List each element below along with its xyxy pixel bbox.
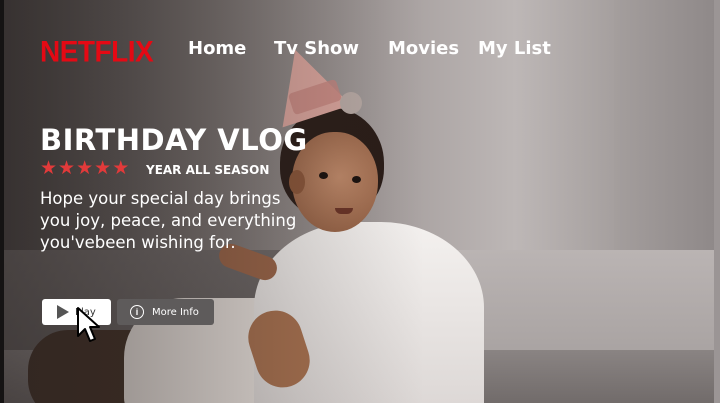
description-line-1: Hope your special day brings xyxy=(40,189,281,208)
netflix-logo[interactable]: NETFLIX xyxy=(40,35,154,69)
nav-home[interactable]: Home xyxy=(188,38,246,59)
info-icon: i xyxy=(130,305,144,319)
play-icon xyxy=(57,305,69,319)
star-icon: ★ xyxy=(94,158,112,179)
season-label: YEAR ALL SEASON xyxy=(146,163,270,177)
description-line-2: you joy, peace, and everything xyxy=(40,211,297,230)
hero-description: Hope your special day brings you joy, pe… xyxy=(40,188,340,254)
description-line-3: you'vebeen wishing for. xyxy=(40,233,236,252)
star-icon: ★ xyxy=(40,158,58,179)
star-icon: ★ xyxy=(112,158,130,179)
frame-right-edge xyxy=(714,0,720,403)
nav-movies[interactable]: Movies xyxy=(388,38,459,59)
hero-title: BIRTHDAY VLOG xyxy=(40,123,308,157)
hero-banner: NETFLIX Home Tv Show Movies My List BIRT… xyxy=(4,0,714,403)
nav-my-list[interactable]: My List xyxy=(478,38,551,59)
more-info-button-label: More Info xyxy=(152,306,199,318)
rating-stars: ★ ★ ★ ★ ★ xyxy=(40,159,129,179)
star-icon: ★ xyxy=(76,158,94,179)
nav-tv-show[interactable]: Tv Show xyxy=(274,38,359,59)
mouse-cursor-icon xyxy=(77,307,100,342)
star-icon: ★ xyxy=(58,158,76,179)
more-info-button[interactable]: i More Info xyxy=(117,299,214,325)
